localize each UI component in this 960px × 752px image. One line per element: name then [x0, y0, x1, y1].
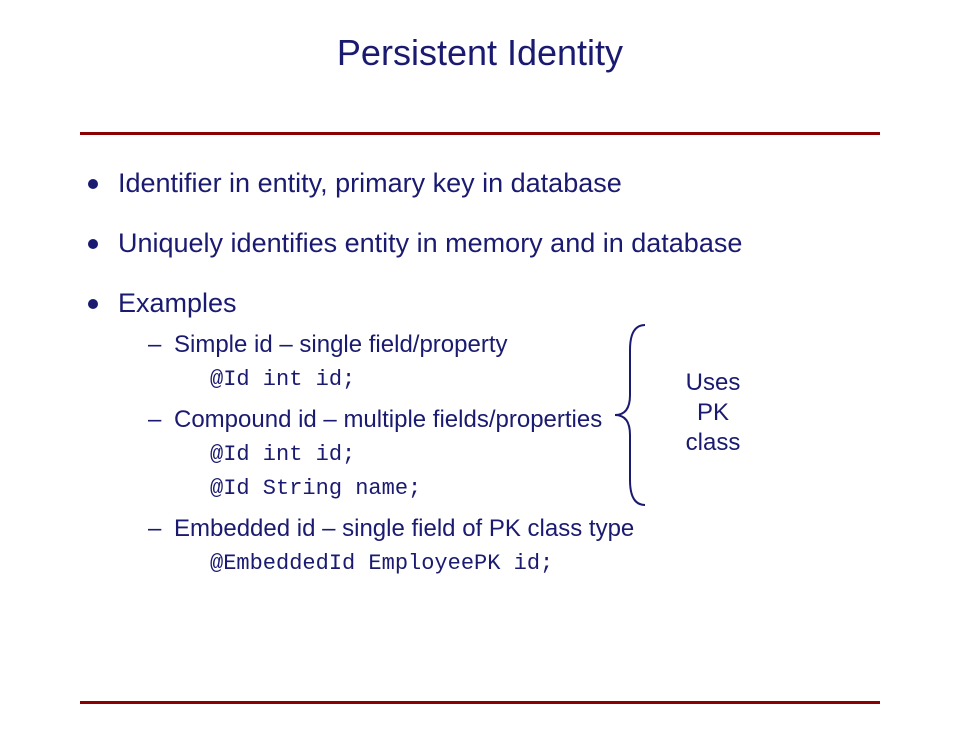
- slide-title: Persistent Identity: [0, 32, 960, 74]
- horizontal-rule-bottom: [80, 701, 880, 704]
- annotation-callout: Uses PK class: [610, 320, 870, 510]
- code-line: @EmbeddedId EmployeePK id;: [210, 550, 880, 579]
- annotation-line: PK: [697, 399, 729, 426]
- annotation-line: Uses: [686, 369, 741, 396]
- sub-bullet-text: Compound id – multiple fields/properties: [174, 406, 602, 433]
- sub-bullet-text: Simple id – single field/property: [174, 331, 508, 358]
- bullet-item: Uniquely identifies entity in memory and…: [80, 227, 880, 261]
- sub-bullet-item: Embedded id – single field of PK class t…: [148, 514, 880, 579]
- brace-icon: [610, 320, 660, 510]
- annotation-line: class: [686, 429, 741, 456]
- slide: Persistent Identity Identifier in entity…: [0, 32, 960, 752]
- sub-bullet-text: Embedded id – single field of PK class t…: [174, 515, 634, 542]
- horizontal-rule-top: [80, 132, 880, 135]
- bullet-text: Identifier in entity, primary key in dat…: [118, 168, 622, 198]
- annotation-text: Uses PK class: [668, 368, 758, 458]
- bullet-text: Examples: [118, 288, 237, 318]
- bullet-text: Uniquely identifies entity in memory and…: [118, 228, 742, 258]
- bullet-item: Identifier in entity, primary key in dat…: [80, 167, 880, 201]
